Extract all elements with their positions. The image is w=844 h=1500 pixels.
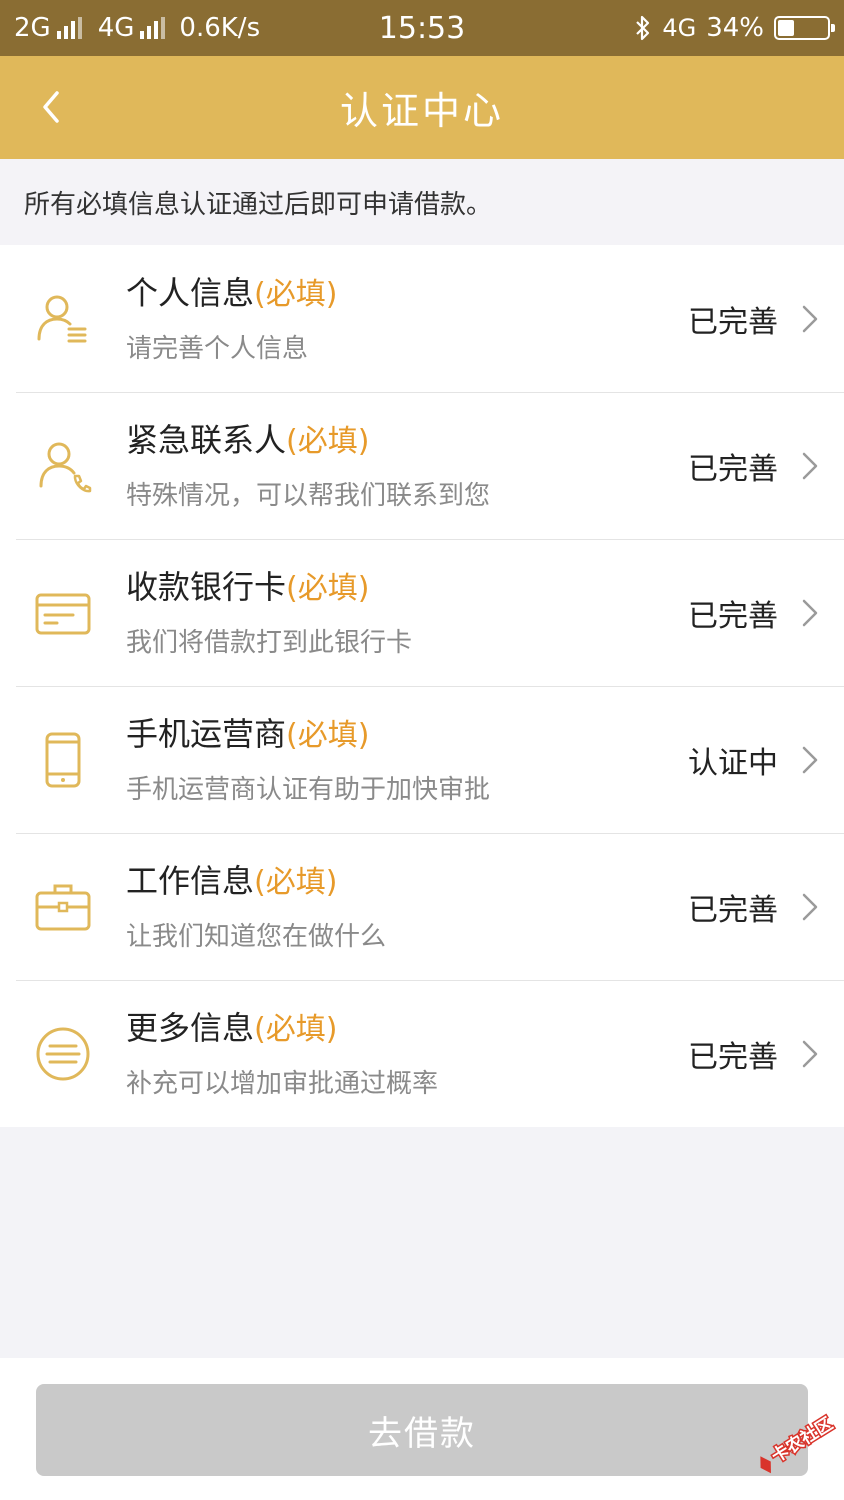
more-info-icon [36,1027,90,1080]
item-subtitle: 请完善个人信息 [126,333,309,364]
required-tag: (必填) [254,864,338,900]
network-2g: 2G [14,13,82,43]
chevron-left-icon [43,91,59,123]
item-title-text: 更多信息 [126,1008,255,1047]
briefcase-icon [35,884,91,930]
item-status: 已完善 [688,1039,778,1075]
header: 认证中心 [0,56,844,159]
signal-icon [56,17,82,39]
network-4g2-label: 4G [662,14,697,42]
watermark-logo: 卡农社区 [760,1412,838,1474]
person-info-icon [37,295,87,342]
item-icon-wrap [0,539,126,686]
chevron-right-icon [802,893,818,920]
svg-text:卡农社区: 卡农社区 [768,1413,836,1466]
list-item-work-info[interactable]: 工作信息(必填) 让我们知道您在做什么 已完善 [0,833,844,980]
item-icon-wrap [0,245,126,392]
network-4g-label: 4G [97,13,135,43]
item-status: 已完善 [688,598,778,634]
item-title: 收款银行卡(必填) [126,567,688,609]
item-icon-wrap [0,833,126,980]
item-status: 认证中 [688,745,778,781]
item-text: 工作信息(必填) 让我们知道您在做什么 [126,861,688,953]
chevron-right-icon [802,452,818,479]
list-item-more-info[interactable]: 更多信息(必填) 补充可以增加审批通过概率 已完善 [0,980,844,1127]
item-title: 更多信息(必填) [126,1008,688,1050]
required-tag: (必填) [286,423,370,459]
list-item-emergency-contact[interactable]: 紧急联系人(必填) 特殊情况，可以帮我们联系到您 已完善 [0,392,844,539]
item-title: 紧急联系人(必填) [126,420,688,462]
status-bar: 2G 4G 0.6K/s 15:53 4G 34% [0,0,844,56]
back-button[interactable] [26,82,76,132]
phone-icon [45,732,81,787]
item-subtitle: 手机运营商认证有助于加快审批 [126,774,491,805]
required-tag: (必填) [286,717,370,753]
notice-text: 所有必填信息认证通过后即可申请借款。 [0,159,844,245]
item-text: 收款银行卡(必填) 我们将借款打到此银行卡 [126,567,688,659]
bank-card-icon [35,593,91,634]
item-status: 已完善 [688,451,778,487]
required-tag: (必填) [254,1011,338,1047]
emergency-contact-icon [39,442,92,492]
signal-icon [140,17,166,39]
item-status: 已完善 [688,304,778,340]
item-title-text: 工作信息 [126,861,255,900]
required-tag: (必填) [286,570,370,606]
verification-list: 个人信息(必填) 请完善个人信息 已完善 紧急联系人(必填) 特殊情况，可以帮我… [0,245,844,1127]
item-text: 紧急联系人(必填) 特殊情况，可以帮我们联系到您 [126,420,688,512]
item-text: 更多信息(必填) 补充可以增加审批通过概率 [126,1008,688,1100]
network-4g: 4G [98,13,166,43]
battery-fill [778,20,795,36]
list-item-personal-info[interactable]: 个人信息(必填) 请完善个人信息 已完善 [0,245,844,392]
item-subtitle: 补充可以增加审批通过概率 [126,1068,439,1099]
chevron-right-icon [802,305,818,332]
bluetooth-icon [636,15,650,41]
status-bar-right: 4G 34% [634,13,835,43]
item-title-text: 收款银行卡 [126,567,287,606]
battery-percent: 34% [706,13,764,43]
required-tag: (必填) [254,276,338,312]
item-subtitle: 我们将借款打到此银行卡 [126,627,413,658]
item-icon-wrap [0,392,126,539]
item-title-text: 个人信息 [126,273,255,312]
item-text: 个人信息(必填) 请完善个人信息 [126,273,688,365]
status-bar-left: 2G 4G 0.6K/s [14,13,260,43]
page-title: 认证中心 [339,89,504,133]
battery-icon [774,16,835,40]
apply-loan-button[interactable]: 去借款 [36,1384,808,1476]
item-title: 工作信息(必填) [126,861,688,903]
item-title-text: 手机运营商 [126,714,287,753]
chevron-right-icon [802,1040,818,1067]
item-status: 已完善 [688,892,778,928]
chevron-right-icon [802,746,818,773]
list-item-bank-card[interactable]: 收款银行卡(必填) 我们将借款打到此银行卡 已完善 [0,539,844,686]
item-text: 手机运营商(必填) 手机运营商认证有助于加快审批 [126,714,688,806]
bottom-bar: 去借款 [0,1358,844,1500]
item-subtitle: 让我们知道您在做什么 [126,921,387,952]
network-2g-label: 2G [14,13,51,43]
chevron-right-icon [802,599,818,626]
list-item-mobile-carrier[interactable]: 手机运营商(必填) 手机运营商认证有助于加快审批 认证中 [0,686,844,833]
item-title: 手机运营商(必填) [126,714,688,756]
network-speed: 0.6K/s [179,13,261,43]
item-subtitle: 特殊情况，可以帮我们联系到您 [126,480,491,511]
item-icon-wrap [0,980,126,1127]
item-icon-wrap [0,686,126,833]
item-title-text: 紧急联系人 [126,420,287,459]
item-title: 个人信息(必填) [126,273,688,315]
